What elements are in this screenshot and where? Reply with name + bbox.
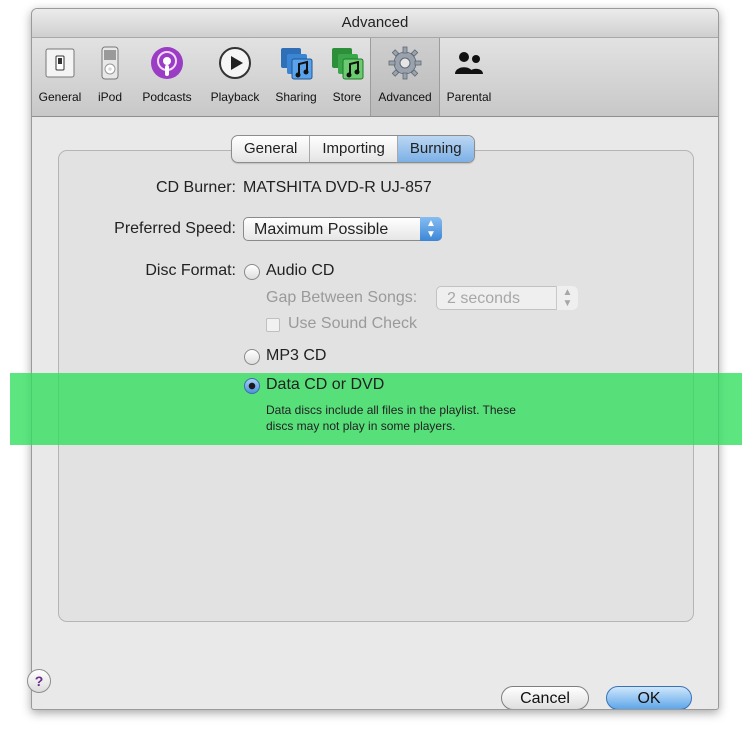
play-icon: [219, 47, 251, 79]
mp3-cd-radio[interactable]: [244, 349, 260, 365]
ok-button[interactable]: OK: [606, 686, 692, 709]
data-cd-label[interactable]: Data CD or DVD: [266, 376, 384, 394]
preferred-speed-label: Preferred Speed:: [114, 220, 236, 237]
switch-icon: [45, 48, 75, 78]
audio-cd-radio[interactable]: [244, 264, 260, 280]
toolbar-label: Playback: [210, 90, 260, 104]
toolbar-item-sharing[interactable]: Sharing: [268, 38, 324, 116]
audio-cd-label[interactable]: Audio CD: [266, 262, 334, 280]
cd-burner-value: MATSHITA DVD-R UJ-857: [243, 179, 432, 196]
tab-importing[interactable]: Importing: [310, 136, 398, 162]
sound-check-label[interactable]: Use Sound Check: [288, 315, 417, 333]
data-cd-radio[interactable]: [244, 378, 260, 394]
toolbar-item-general[interactable]: General: [32, 38, 88, 116]
toolbar-item-ipod[interactable]: iPod: [88, 38, 132, 116]
toolbar-label: General: [38, 90, 82, 104]
help-button[interactable]: ?: [27, 669, 51, 693]
toolbar-label: Sharing: [275, 90, 317, 104]
sound-check-checkbox[interactable]: [266, 318, 280, 332]
tab-burning[interactable]: Burning: [397, 136, 474, 162]
podcast-icon: [151, 47, 183, 79]
mp3-cd-label[interactable]: MP3 CD: [266, 347, 326, 365]
data-cd-note-line1: Data discs include all files in the play…: [266, 403, 516, 417]
toolbar-item-advanced[interactable]: Advanced: [370, 38, 440, 116]
tab-bar: General Importing Burning: [231, 135, 475, 163]
tab-general[interactable]: General: [232, 136, 311, 162]
toolbar-item-store[interactable]: Store: [324, 38, 370, 116]
popup-arrows-icon: ▲ ▼: [556, 286, 578, 310]
sharing-icon: [281, 48, 313, 80]
toolbar-item-parental[interactable]: Parental: [438, 38, 500, 116]
toolbar-label: Store: [332, 90, 362, 104]
cd-burner-label: CD Burner:: [155, 179, 236, 196]
store-icon: [332, 48, 364, 80]
toolbar-label: iPod: [97, 90, 123, 104]
popup-arrows-icon: ▲ ▼: [420, 217, 442, 241]
toolbar-label: Parental: [446, 90, 492, 104]
gap-between-songs-label: Gap Between Songs:: [266, 289, 418, 306]
toolbar-label: Advanced: [378, 90, 432, 104]
parental-icon: [455, 52, 483, 74]
gap-between-songs-value: 2 seconds: [447, 290, 520, 307]
data-cd-note-line2: discs may not play in some players.: [266, 419, 456, 433]
toolbar-item-playback[interactable]: Playback: [202, 38, 268, 116]
ipod-icon: [101, 46, 119, 80]
disc-format-label: Disc Format:: [145, 262, 236, 279]
preferences-toolbar: General iPod Podcasts Playback Sharing S…: [32, 38, 718, 117]
gear-icon: [388, 46, 422, 80]
toolbar-label: Podcasts: [142, 90, 192, 104]
preferred-speed-popup[interactable]: Maximum Possible ▲ ▼: [243, 217, 442, 241]
toolbar-item-podcasts[interactable]: Podcasts: [132, 38, 202, 116]
cancel-button[interactable]: Cancel: [501, 686, 589, 709]
preferred-speed-value: Maximum Possible: [254, 221, 389, 238]
preferences-window: Advanced General iPod Podcasts Playback …: [31, 8, 719, 710]
gap-between-songs-popup[interactable]: 2 seconds ▲ ▼: [436, 286, 578, 310]
window-title: Advanced: [32, 9, 718, 38]
